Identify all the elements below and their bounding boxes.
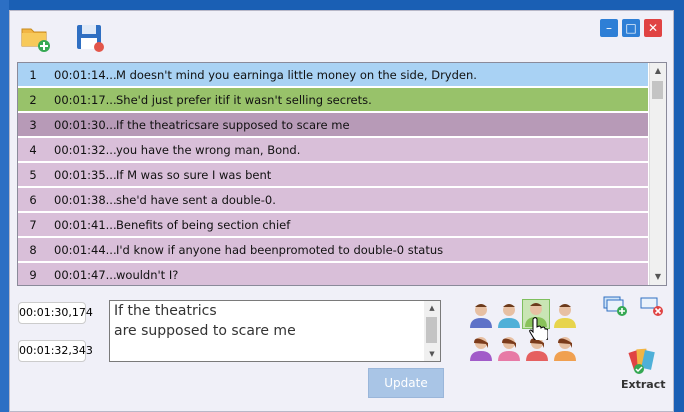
person-pink-icon (498, 337, 520, 361)
row-number: 3 (29, 117, 37, 132)
person-purple-icon (470, 337, 492, 361)
scroll-thumb[interactable] (652, 81, 663, 99)
subtitle-row[interactable]: 7 00:01:41... Benefits of being section … (18, 213, 648, 236)
close-button[interactable]: ✕ (644, 19, 662, 37)
editor-scrollbar[interactable]: ▲ ▼ (424, 301, 440, 361)
subtitle-row[interactable]: 5 00:01:35... If M was so sure I was ben… (18, 163, 648, 186)
desktop-edge (0, 0, 9, 412)
row-time: 00:01:32... (54, 142, 117, 157)
extract-label: Extract (621, 378, 666, 391)
add-window-button[interactable] (602, 295, 628, 317)
row-time: 00:01:44... (54, 242, 117, 257)
row-time: 00:01:14... (54, 67, 117, 82)
speaker-purple-button[interactable] (468, 334, 494, 362)
row-time: 00:01:38... (54, 192, 117, 207)
editor-scroll-down-icon[interactable]: ▼ (424, 347, 440, 361)
speaker-blue-button[interactable] (468, 301, 494, 329)
row-number: 1 (29, 67, 37, 82)
speaker-cyan-button[interactable] (496, 301, 522, 329)
row-number: 5 (29, 167, 37, 182)
editor-scroll-up-icon[interactable]: ▲ (424, 301, 440, 315)
subtitle-row[interactable]: 4 00:01:32... you have the wrong man, Bo… (18, 138, 648, 161)
row-time: 00:01:47... (54, 267, 117, 282)
row-text: you have the wrong man, Bond. (116, 142, 301, 157)
row-time: 00:01:41... (54, 217, 117, 232)
row-number: 7 (29, 217, 37, 232)
hand-cursor-icon (529, 317, 548, 340)
remove-window-icon (640, 297, 663, 316)
folder-add-icon (21, 28, 50, 52)
row-text: She'd just prefer itif it wasn't selling… (116, 92, 372, 107)
row-time: 00:01:30... (54, 117, 117, 132)
extract-button[interactable] (616, 345, 672, 401)
save-button[interactable] (72, 20, 106, 54)
list-scrollbar[interactable]: ▲ ▼ (649, 63, 666, 285)
start-time-field[interactable]: 00:01:30,174 (18, 302, 93, 324)
row-number: 2 (29, 92, 37, 107)
speaker-yellow-button[interactable] (552, 301, 578, 329)
scroll-down-icon[interactable]: ▼ (650, 269, 666, 285)
subtitle-row[interactable]: 3 00:01:30... If the theatricsare suppos… (18, 113, 648, 136)
subtitle-rows: 1 00:01:14... M doesn't mind you earning… (18, 63, 648, 285)
person-cyan-icon (498, 304, 520, 328)
end-time-field[interactable]: 00:01:32,343 (18, 340, 93, 362)
speaker-pink-button[interactable] (496, 334, 522, 362)
row-text: If M was so sure I was bent (116, 167, 272, 182)
maximize-icon: □ (625, 21, 637, 35)
minimize-icon: – (606, 21, 612, 35)
scroll-up-icon[interactable]: ▲ (650, 63, 666, 79)
editor-line-1: If the theatrics (114, 303, 217, 319)
color-palette-icon (628, 348, 655, 374)
person-blue-icon (470, 304, 492, 328)
row-text: Benefits of being section chief (116, 217, 291, 232)
close-icon: ✕ (647, 21, 659, 35)
editor-line-2: are supposed to scare me (114, 323, 296, 339)
update-button[interactable]: Update (368, 368, 444, 398)
remove-window-button[interactable] (638, 295, 664, 317)
row-time: 00:01:35... (54, 167, 117, 182)
open-folder-button[interactable] (18, 20, 52, 54)
subtitle-text-editor[interactable]: If the theatrics are supposed to scare m… (109, 300, 441, 362)
person-orange-icon (554, 337, 576, 361)
subtitle-row[interactable]: 2 00:01:17... She'd just prefer itif it … (18, 88, 648, 111)
editor-scroll-thumb[interactable] (426, 317, 437, 343)
row-number: 4 (29, 142, 37, 157)
app-window: – □ ✕ 1 00:01:14... M doesn't mind you e… (9, 10, 674, 412)
row-text: If the theatricsare supposed to scare me (116, 117, 350, 132)
speaker-orange-button[interactable] (552, 334, 578, 362)
person-yellow-icon (554, 304, 576, 328)
row-text: wouldn't I? (116, 267, 179, 282)
subtitle-row[interactable]: 6 00:01:38... she'd have sent a double-0… (18, 188, 648, 211)
row-number: 9 (29, 267, 37, 282)
row-text: she'd have sent a double-0. (116, 192, 276, 207)
row-text: M doesn't mind you earninga little money… (116, 67, 477, 82)
add-window-icon (603, 296, 627, 316)
subtitle-row[interactable]: 1 00:01:14... M doesn't mind you earning… (18, 63, 648, 86)
save-icon (77, 25, 104, 52)
maximize-button[interactable]: □ (622, 19, 640, 37)
row-number: 6 (29, 192, 37, 207)
subtitle-row[interactable]: 8 00:01:44... I'd know if anyone had bee… (18, 238, 648, 261)
row-number: 8 (29, 242, 37, 257)
minimize-button[interactable]: – (600, 19, 618, 37)
row-text: I'd know if anyone had beenpromoted to d… (116, 242, 444, 257)
subtitle-list[interactable]: 1 00:01:14... M doesn't mind you earning… (17, 62, 667, 286)
row-time: 00:01:17... (54, 92, 117, 107)
subtitle-row[interactable]: 9 00:01:47... wouldn't I? (18, 263, 648, 285)
